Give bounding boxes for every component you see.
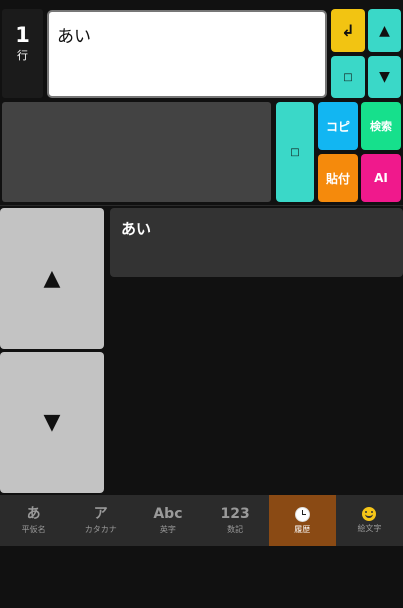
numbers-icon: 123	[220, 506, 250, 522]
space-small-button[interactable]: □	[331, 56, 365, 98]
tab-alphabet[interactable]: Abc 英字	[134, 495, 201, 546]
bottom-blank-area	[0, 546, 403, 608]
tab-katakana[interactable]: ア カタカナ	[67, 495, 134, 546]
enter-button[interactable]: ↲	[331, 9, 365, 52]
hiragana-icon: あ	[26, 506, 41, 522]
line-indicator: 1 行	[2, 9, 43, 98]
line-number: 1	[15, 23, 30, 47]
history-scroll-up-button[interactable]: ▲	[0, 208, 104, 349]
alphabet-icon: Abc	[153, 506, 183, 522]
history-item-text: あい	[121, 220, 152, 238]
search-button[interactable]: 検索	[361, 102, 401, 150]
tab-hiragana[interactable]: あ 平仮名	[0, 495, 67, 546]
tab-emoji[interactable]: 絵文字	[336, 495, 403, 546]
tab-label: 数記	[227, 525, 244, 534]
tab-label: 履歴	[294, 524, 311, 534]
divider	[0, 205, 403, 206]
space-button[interactable]: □	[276, 102, 314, 202]
tab-label: カタカナ	[84, 525, 117, 534]
cursor-down-button[interactable]: ▼	[368, 56, 401, 98]
tab-numbers[interactable]: 123 数記	[202, 495, 269, 546]
tab-label: 絵文字	[357, 524, 382, 533]
line-label: 行	[17, 49, 28, 62]
cursor-up-button[interactable]: ▲	[368, 9, 401, 52]
smiley-icon	[362, 507, 377, 521]
ai-button[interactable]: AI	[361, 154, 401, 202]
clock-icon	[294, 506, 310, 522]
editor-text: あい	[57, 27, 91, 47]
tab-history[interactable]: 履歴	[268, 495, 336, 546]
tab-bar: あ 平仮名 ア カタカナ Abc 英字 123 数記 履歴 絵文字	[0, 495, 403, 546]
katakana-icon: ア	[93, 506, 108, 522]
history-item[interactable]: あい	[110, 208, 403, 277]
history-scroll-down-button[interactable]: ▼	[0, 352, 104, 493]
candidate-panel	[2, 102, 271, 202]
text-editor[interactable]: あい	[47, 10, 327, 98]
copy-button[interactable]: コピ	[318, 102, 358, 150]
tab-label: 平仮名	[21, 525, 46, 534]
paste-button[interactable]: 貼付	[318, 154, 358, 202]
tab-label: 英字	[159, 525, 176, 534]
